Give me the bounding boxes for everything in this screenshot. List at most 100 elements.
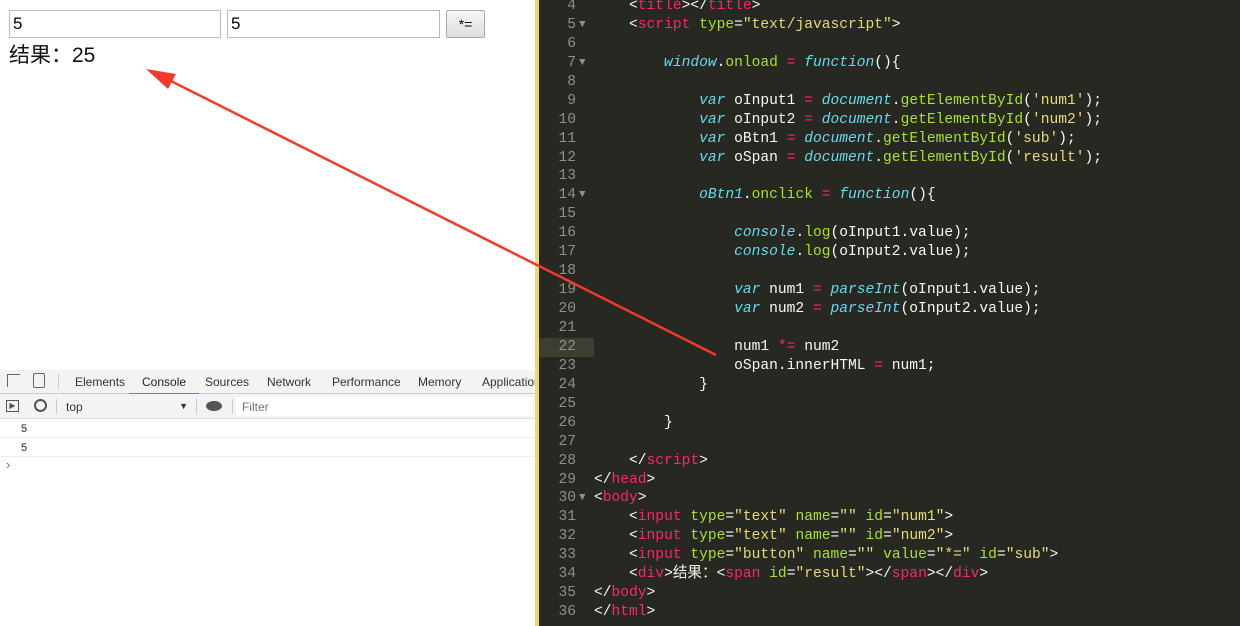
code-token: </ [594,452,647,469]
code-token: </ [594,604,612,621]
code-text: <title></title> [594,0,760,16]
tab-elements[interactable]: Elements [75,375,125,389]
sidebar-toggle-icon[interactable]: ▶ [6,400,19,412]
code-line[interactable]: 12 var oSpan = document.getElementById('… [539,149,1240,168]
console-message: 5 [0,419,535,438]
code-line[interactable]: 15 [539,205,1240,224]
code-token: oBtn1 [594,187,743,204]
code-token: 'sub' [1014,130,1059,147]
eye-icon[interactable] [206,401,222,411]
code-line[interactable]: 28 </script> [539,452,1240,471]
code-line[interactable]: 8 [539,73,1240,92]
code-line[interactable]: 21 [539,319,1240,338]
code-line[interactable]: 13 [539,167,1240,186]
code-line[interactable]: 14 ▼ oBtn1.onclick = function(){ [539,186,1240,205]
clear-console-icon[interactable] [34,399,47,412]
code-token: type [690,509,726,526]
device-toolbar-icon[interactable] [33,373,45,388]
multiply-assign-button[interactable]: *= [446,10,485,38]
console-filter-input[interactable] [236,397,533,416]
code-token: = [926,547,936,564]
code-line[interactable]: 27 [539,433,1240,452]
code-line[interactable]: 33 <input type="button" name="" value="*… [539,546,1240,565]
tab-console[interactable]: Console [129,375,200,395]
code-token: id [865,509,884,526]
code-token: "*=" [935,547,971,564]
fold-arrow-icon[interactable]: ▼ [579,489,586,508]
code-token: ); [1058,130,1076,147]
tab-sources[interactable]: Sources [205,375,249,389]
code-editor[interactable]: 4 <title></title> 5 ▼ <script type="text/j… [535,0,1240,626]
code-token: = [874,357,884,374]
code-text: console.log(oInput2.value); [594,243,971,262]
code-token: . [874,130,884,147]
code-token: getElementById [900,111,1024,128]
code-line[interactable]: 6 [539,35,1240,54]
code-token: "" [839,509,857,526]
code-line[interactable]: 5 ▼ <script type="text/javascript"> [539,16,1240,35]
code-line[interactable]: 9 var oInput1 = document.getElementById(… [539,92,1240,111]
console-prompt[interactable]: › [0,457,535,472]
code-line[interactable]: 26 } [539,414,1240,433]
line-number: 4 [567,0,576,14]
code-token: < [594,509,638,526]
code-token: "button" [734,547,805,564]
code-token: "num2" [891,528,945,545]
code-token: document [804,149,875,166]
code-line[interactable]: 10 var oInput2 = document.getElementById… [539,111,1240,130]
code-line[interactable]: 25 [539,395,1240,414]
code-line[interactable]: 18 [539,262,1240,281]
code-token: ( [1023,92,1032,109]
code-token: head [611,471,647,488]
code-token: > [944,528,954,545]
code-line[interactable]: 29 </head> [539,471,1240,490]
code-line[interactable]: 22 num1 *= num2 [539,337,1240,357]
code-token: onload [725,54,778,71]
code-token: "text" [734,509,787,526]
code-line[interactable]: 4 <title></title> [539,0,1240,16]
num1-input[interactable] [9,10,221,38]
result-label: 结果： [9,44,72,67]
code-line[interactable]: 32 <input type="text" name="" id="num2"> [539,527,1240,546]
console-toolbar: ▶ top ▼ [0,394,535,419]
code-token: = [804,111,813,128]
code-token: type [699,16,735,33]
code-text: var oSpan = document.getElementById('res… [594,149,1102,168]
code-line[interactable]: 31 <input type="text" name="" id="num1"> [539,508,1240,527]
fold-arrow-icon[interactable]: ▼ [579,16,586,35]
code-line[interactable]: 23 oSpan.innerHTML = num1; [539,357,1240,376]
tab-memory[interactable]: Memory [418,375,461,389]
code-line[interactable]: 20 var num2 = parseInt(oInput2.value); [539,300,1240,319]
code-text: var num1 = parseInt(oInput1.value); [594,281,1041,300]
code-token: } [594,414,673,431]
code-line[interactable]: 11 var oBtn1 = document.getElementById('… [539,130,1240,149]
fold-arrow-icon[interactable]: ▼ [579,54,586,73]
code-token: </ [594,471,612,488]
line-number: 16 [558,225,576,242]
code-line[interactable]: 24 } [539,376,1240,395]
fold-arrow-icon[interactable]: ▼ [579,186,586,205]
code-token: document [821,111,892,128]
code-line[interactable]: 19 var num1 = parseInt(oInput1.value); [539,281,1240,300]
code-line[interactable]: 16 console.log(oInput1.value); [539,224,1240,243]
code-token: input [637,547,682,564]
code-line[interactable]: 7 ▼ window.onload = function(){ [539,54,1240,73]
code-line[interactable]: 17 console.log(oInput2.value); [539,243,1240,262]
line-number: 34 [558,566,576,583]
tab-performance[interactable]: Performance [332,375,401,389]
code-line[interactable]: 30 ▼ <body> [539,489,1240,508]
num2-input[interactable] [227,10,440,38]
code-line[interactable]: 35 </body> [539,584,1240,603]
context-select[interactable]: top ▼ [66,400,188,414]
tab-application[interactable]: Application [482,375,541,389]
tab-network[interactable]: Network [267,375,311,389]
code-token: getElementById [883,130,1006,147]
inspect-element-icon[interactable] [7,374,20,387]
code-line[interactable]: 34 <div>结果：<span id="result"></span></di… [539,565,1240,584]
line-number: 26 [558,414,576,431]
code-line[interactable]: 36 </html> [539,603,1240,622]
line-number: 30 [558,490,576,507]
